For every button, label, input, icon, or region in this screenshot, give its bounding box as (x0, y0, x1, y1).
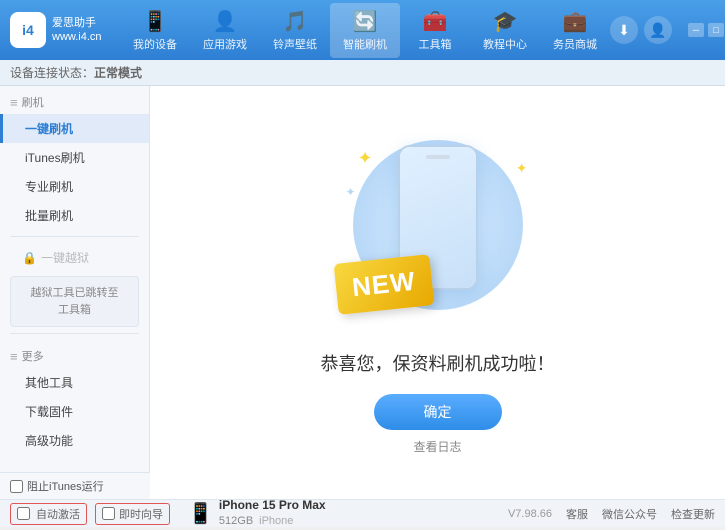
app-logo: i4 爱思助手 www.i4.cn (10, 12, 120, 48)
sidebar-item-itunes-flash[interactable]: iTunes刷机 (0, 143, 149, 172)
sidebar-item-advanced[interactable]: 高级功能 (0, 426, 149, 455)
log-link[interactable]: 查看日志 (413, 438, 461, 455)
wechat-link[interactable]: 微信公众号 (602, 506, 657, 522)
nav-toolbox[interactable]: 🧰 工具箱 (400, 3, 470, 58)
itunes-stop-bar: 阻止iTunes运行 (0, 472, 150, 499)
sidebar-more-title: ≡ 更多 (0, 340, 149, 368)
sparkle-3: ✦ (346, 185, 356, 199)
toolbox-icon: 🧰 (423, 9, 448, 34)
main-layout: ≡ 刷机 一键刷机 iTunes刷机 专业刷机 批量刷机 🔒 一键越狱 越狱工具… (0, 86, 725, 499)
sidebar-item-download-firmware[interactable]: 下载固件 (0, 397, 149, 426)
success-text: 恭喜您，保资料刷机成功啦！ (321, 350, 555, 376)
success-illustration: NEW ✦ ✦ ✦ (328, 130, 548, 340)
customer-service-link[interactable]: 客服 (566, 506, 588, 522)
maximize-button[interactable]: □ (708, 23, 724, 37)
minimize-button[interactable]: ─ (688, 23, 704, 37)
phone-notch (426, 155, 450, 159)
sparkle-1: ✦ (358, 148, 373, 169)
window-controls: ─ □ × (688, 23, 725, 37)
bottom-device-section: 自动激活 即时向导 📱 iPhone 15 Pro Max 512GB iPho… (10, 497, 508, 529)
content-area: NEW ✦ ✦ ✦ 恭喜您，保资料刷机成功啦！ 确定 查看日志 (150, 86, 725, 499)
more-section-icon: ≡ (10, 349, 18, 364)
sidebar-wrapper: ≡ 刷机 一键刷机 iTunes刷机 专业刷机 批量刷机 🔒 一键越狱 越狱工具… (0, 86, 150, 499)
itunes-stop-checkbox[interactable] (10, 480, 23, 493)
bottom-right: V7.98.66 客服 微信公众号 检查更新 (508, 506, 715, 522)
lock-icon: 🔒 (22, 251, 37, 265)
status-label: 设备连接状态： (10, 64, 94, 81)
sidebar-flash-title: ≡ 刷机 (0, 86, 149, 114)
device-info: 📱 iPhone 15 Pro Max 512GB iPhone (188, 497, 326, 529)
nav-ringtones[interactable]: 🎵 铃声壁纸 (260, 3, 330, 58)
sidebar-divider-2 (10, 333, 139, 334)
logo-text: 爱思助手 www.i4.cn (52, 16, 102, 45)
nav-apps-games[interactable]: 👤 应用游戏 (190, 3, 260, 58)
nav-tutorial[interactable]: 🎓 教程中心 (470, 3, 540, 58)
time-guide-group: 即时向导 (95, 503, 170, 525)
nav-service[interactable]: 💼 务员商城 (540, 3, 610, 58)
top-right-controls: ⬇ 👤 ─ □ × (610, 16, 725, 44)
sparkle-2: ✦ (516, 160, 528, 177)
flash-icon: 🔄 (353, 9, 378, 34)
download-icon[interactable]: ⬇ (610, 16, 638, 44)
jailbreak-notice-box: 越狱工具已跳转至 工具箱 (10, 276, 139, 327)
status-mode: 正常模式 (94, 64, 142, 81)
tutorial-icon: 🎓 (493, 9, 518, 34)
device-phone-icon: 📱 (188, 501, 213, 526)
sidebar-jailbreak-disabled: 🔒 一键越狱 (0, 243, 149, 272)
device-storage: 512GB (219, 514, 253, 529)
sidebar-item-other-tools[interactable]: 其他工具 (0, 368, 149, 397)
sidebar-item-batch-flash[interactable]: 批量刷机 (0, 201, 149, 230)
nav-smart-flash[interactable]: 🔄 智能刷机 (330, 3, 400, 58)
new-badge: NEW (333, 254, 433, 315)
check-update-link[interactable]: 检查更新 (671, 506, 715, 522)
sidebar-divider-1 (10, 236, 139, 237)
auto-activate-checkbox[interactable] (17, 507, 30, 520)
time-guide-label: 即时向导 (119, 506, 163, 522)
user-icon[interactable]: 👤 (644, 16, 672, 44)
logo-icon: i4 (10, 12, 46, 48)
device-name: iPhone 15 Pro Max (219, 497, 326, 514)
auto-activate-label: 自动激活 (36, 506, 80, 522)
auto-activate-group: 自动激活 (10, 503, 87, 525)
version-label: V7.98.66 (508, 508, 552, 520)
device-details: iPhone 15 Pro Max 512GB iPhone (219, 497, 326, 529)
top-bar: i4 爱思助手 www.i4.cn 📱 我的设备 👤 应用游戏 🎵 铃声壁纸 🔄… (0, 0, 725, 60)
sidebar-item-one-key-flash[interactable]: 一键刷机 (0, 114, 149, 143)
itunes-stop-label: 阻止iTunes运行 (27, 478, 104, 494)
sidebar-item-pro-flash[interactable]: 专业刷机 (0, 172, 149, 201)
device-type: iPhone (259, 514, 293, 529)
time-guide-checkbox[interactable] (102, 507, 115, 520)
nav-bar: 📱 我的设备 👤 应用游戏 🎵 铃声壁纸 🔄 智能刷机 🧰 工具箱 🎓 教程中心… (120, 3, 610, 58)
apps-icon: 👤 (213, 9, 238, 34)
bottom-bar: 自动激活 即时向导 📱 iPhone 15 Pro Max 512GB iPho… (0, 499, 725, 527)
status-bar: 设备连接状态： 正常模式 (0, 60, 725, 86)
ringtone-icon: 🎵 (283, 9, 308, 34)
nav-my-device[interactable]: 📱 我的设备 (120, 3, 190, 58)
sidebar: ≡ 刷机 一键刷机 iTunes刷机 专业刷机 批量刷机 🔒 一键越狱 越狱工具… (0, 86, 150, 472)
flash-section-icon: ≡ (10, 95, 18, 110)
device-icon: 📱 (143, 9, 168, 34)
service-icon: 💼 (563, 9, 588, 34)
confirm-button[interactable]: 确定 (374, 394, 502, 430)
